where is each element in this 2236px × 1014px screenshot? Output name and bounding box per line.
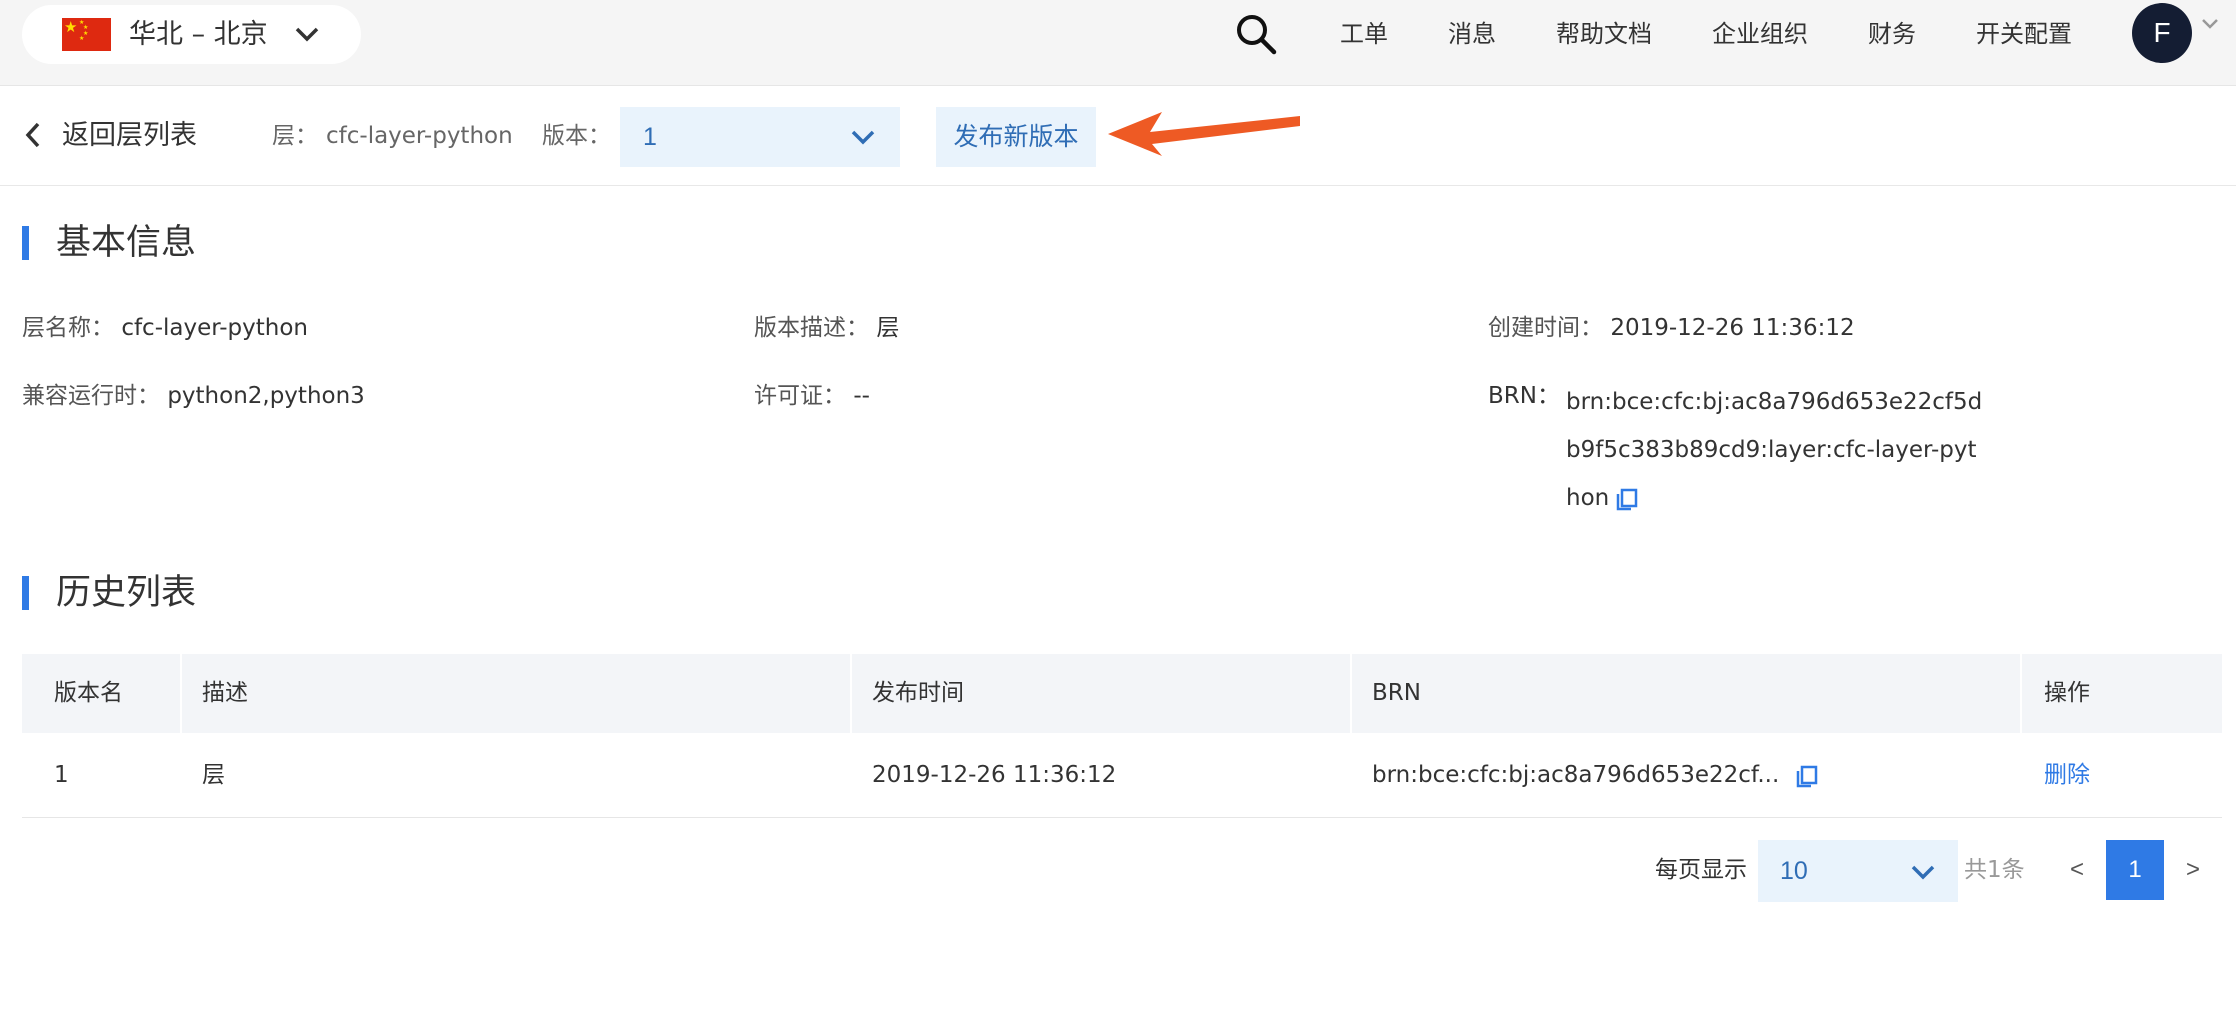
- chevron-down-icon: [1911, 865, 1935, 880]
- history-table: 版本名 描述 发布时间 BRN 操作 1 层 2019-12-26 11:36:…: [22, 654, 2222, 818]
- col-brn: BRN: [1352, 654, 2022, 733]
- cell-publish-time: 2019-12-26 11:36:12: [872, 762, 1117, 788]
- publish-new-version-button[interactable]: 发布新版本: [936, 107, 1096, 167]
- created-time-field: 创建时间： 2019-12-26 11:36:12: [1488, 310, 1855, 346]
- brn-label: BRN：: [1488, 383, 1560, 409]
- col-version: 版本名: [22, 654, 182, 733]
- cell-brn: brn:bce:cfc:bj:ac8a796d653e22cf...: [1352, 733, 1819, 817]
- region-selector[interactable]: ★ ★ ★ ★ ★ 华北 – 北京: [22, 5, 361, 64]
- section-accent-bar: [22, 226, 29, 260]
- page-1-button[interactable]: 1: [2106, 840, 2164, 900]
- brn-value-block: brn:bce:cfc:bj:ac8a796d653e22cf5db9f5c38…: [1566, 378, 1986, 522]
- per-page-select[interactable]: 10: [1758, 840, 1958, 902]
- nav-messages[interactable]: 消息: [1448, 17, 1496, 51]
- layer-label: 层：: [272, 123, 318, 149]
- license-value: --: [853, 383, 870, 409]
- runtime-label: 兼容运行时：: [22, 383, 160, 409]
- col-actions: 操作: [2044, 680, 2090, 706]
- chevron-left-icon: [25, 122, 40, 148]
- license-label: 许可证：: [754, 383, 846, 409]
- created-time-value: 2019-12-26 11:36:12: [1610, 315, 1855, 341]
- china-flag-icon: ★ ★ ★ ★ ★: [62, 18, 111, 51]
- layer-name: cfc-layer-python: [326, 123, 513, 149]
- col-description: 描述: [182, 654, 852, 733]
- next-page-button[interactable]: >: [2186, 852, 2200, 888]
- cell-version: 1: [54, 762, 69, 788]
- section-accent-bar: [22, 576, 29, 610]
- version-select-value: 1: [643, 123, 657, 151]
- chevron-down-icon[interactable]: [2200, 17, 2220, 31]
- table-header: 版本名 描述 发布时间 BRN 操作: [22, 654, 2222, 733]
- license-field: 许可证： --: [754, 378, 870, 414]
- cell-brn-text: brn:bce:cfc:bj:ac8a796d653e22cf...: [1372, 762, 1780, 788]
- col-publish-time: 发布时间: [852, 654, 1352, 733]
- created-time-label: 创建时间：: [1488, 315, 1603, 341]
- search-icon[interactable]: [1235, 13, 1277, 55]
- version-select[interactable]: 1: [620, 107, 900, 167]
- chevron-down-icon: [851, 130, 875, 145]
- per-page-value: 10: [1780, 857, 1808, 885]
- runtime-value: python2,python3: [167, 383, 365, 409]
- basic-info-title: 基本信息: [56, 223, 197, 263]
- layer-name-label: 层名称：: [22, 315, 114, 341]
- version-desc-value: 层: [876, 315, 900, 341]
- nav-switch-config[interactable]: 开关配置: [1976, 17, 2072, 51]
- history-list-title: 历史列表: [56, 573, 197, 613]
- delete-link[interactable]: 删除: [2022, 733, 2090, 817]
- total-count: 共1条: [1964, 857, 2025, 883]
- copy-icon[interactable]: [1615, 487, 1639, 511]
- version-desc-field: 版本描述： 层: [754, 310, 899, 346]
- chevron-down-icon: [295, 27, 319, 42]
- top-bar: ★ ★ ★ ★ ★ 华北 – 北京 工单 消息 帮助文档 企业组织 财务 开关配…: [0, 0, 2236, 86]
- prev-page-button[interactable]: <: [2070, 852, 2084, 888]
- layer-name-value: cfc-layer-python: [121, 315, 308, 341]
- per-page-label: 每页显示: [1655, 857, 1747, 883]
- nav-finance[interactable]: 财务: [1868, 17, 1916, 51]
- version-desc-label: 版本描述：: [754, 315, 869, 341]
- layer-name-field: 层名称： cfc-layer-python: [22, 310, 308, 346]
- nav-ticket[interactable]: 工单: [1340, 17, 1388, 51]
- avatar[interactable]: F: [2132, 3, 2192, 63]
- nav-organization[interactable]: 企业组织: [1712, 17, 1808, 51]
- region-label: 华北 – 北京: [129, 19, 268, 50]
- back-label: 返回层列表: [62, 120, 197, 151]
- copy-icon[interactable]: [1795, 764, 1819, 788]
- nav-help-docs[interactable]: 帮助文档: [1556, 17, 1652, 51]
- cell-description: 层: [202, 762, 225, 788]
- table-row: 1 层 2019-12-26 11:36:12 brn:bce:cfc:bj:a…: [22, 733, 2222, 818]
- runtime-field: 兼容运行时： python2,python3: [22, 378, 365, 414]
- annotation-arrow-icon: [1108, 112, 1300, 156]
- version-label: 版本：: [542, 123, 611, 149]
